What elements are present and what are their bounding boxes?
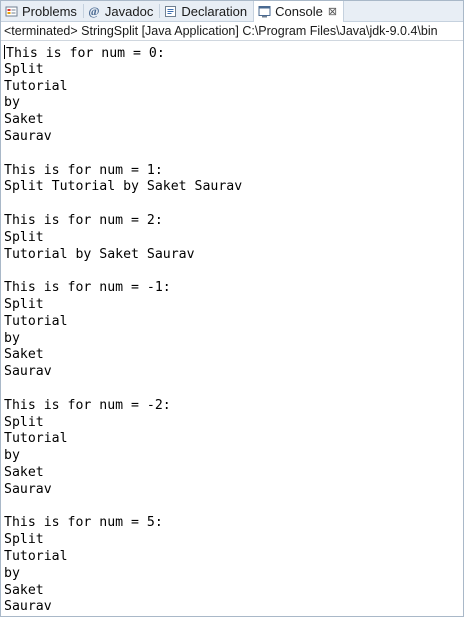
tab-label: Javadoc <box>104 3 154 19</box>
tab-console[interactable]: Console ⊠ <box>253 1 345 22</box>
console-line: Split <box>4 532 44 548</box>
console-line: Saurav <box>4 128 52 144</box>
problems-icon <box>4 4 18 18</box>
console-line: by <box>4 95 20 111</box>
console-line: Tutorial <box>4 431 68 447</box>
console-line: This is for num = -1: <box>4 280 171 296</box>
console-line: Tutorial by Saket Saurav <box>4 246 195 262</box>
console-line: Saket <box>4 464 44 480</box>
console-line: Saket <box>4 582 44 598</box>
console-line: Tutorial <box>4 313 68 329</box>
tab-label: Problems <box>22 3 77 19</box>
console-line: This is for num = 0: <box>4 45 165 61</box>
close-icon[interactable]: ⊠ <box>328 5 337 18</box>
console-line: Tutorial <box>4 78 68 94</box>
console-status: <terminated> StringSplit [Java Applicati… <box>1 22 463 41</box>
console-line: This is for num = -2: <box>4 397 171 413</box>
tab-problems[interactable]: Problems <box>1 1 83 21</box>
tab-label: Declaration <box>181 3 248 19</box>
console-line: Saurav <box>4 481 52 497</box>
console-line: Split <box>4 229 44 245</box>
console-line: Tutorial <box>4 548 68 564</box>
console-line: by <box>4 330 20 346</box>
console-line: Saket <box>4 347 44 363</box>
console-line: Split <box>4 414 44 430</box>
console-output[interactable]: This is for num = 0: Split Tutorial by Saket… <box>1 41 463 616</box>
console-line: Saurav <box>4 364 52 380</box>
console-line: Saurav <box>4 599 52 615</box>
declaration-icon <box>163 4 177 18</box>
view-tab-bar: Problems @ Javadoc Declaration Console ⊠ <box>1 1 463 22</box>
console-line: by <box>4 565 20 581</box>
tab-declaration[interactable]: Declaration <box>160 1 253 21</box>
console-line: by <box>4 448 20 464</box>
console-line: This is for num = 2: <box>4 212 163 228</box>
tab-javadoc[interactable]: @ Javadoc <box>84 1 159 21</box>
console-line: Split <box>4 61 44 77</box>
console-icon <box>257 5 271 19</box>
tab-label: Console <box>275 4 323 19</box>
console-line: Split <box>4 296 44 312</box>
console-view: Problems @ Javadoc Declaration Console ⊠… <box>0 0 464 617</box>
console-line: Split Tutorial by Saket Saurav <box>4 179 243 195</box>
console-line: This is for num = 5: <box>4 515 163 531</box>
text-caret <box>4 45 5 59</box>
console-line: Saket <box>4 112 44 128</box>
javadoc-icon: @ <box>88 3 100 18</box>
console-line: This is for num = 1: <box>4 162 163 178</box>
